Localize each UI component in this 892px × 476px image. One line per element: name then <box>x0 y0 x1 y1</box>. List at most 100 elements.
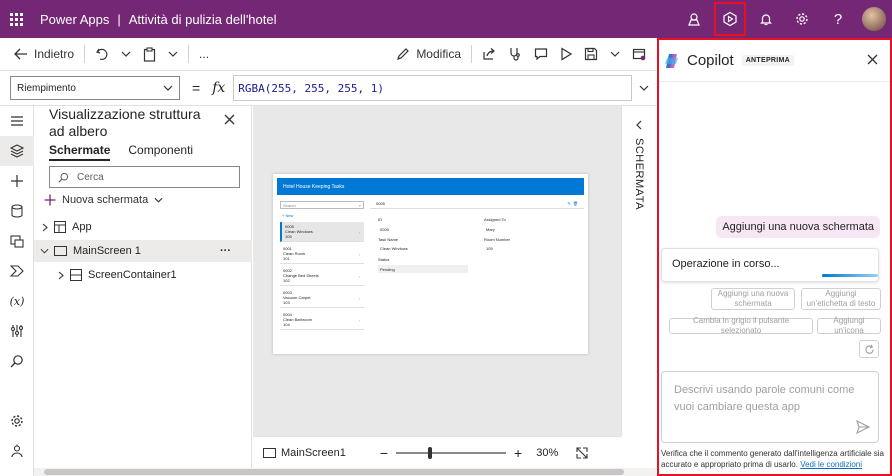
app-name[interactable]: Power Apps <box>40 12 109 27</box>
task-detail[interactable]: 0005 ✎ 🗑 ID 0005 Assigned To Mary Task N… <box>370 199 584 349</box>
fit-to-window-icon[interactable] <box>576 446 588 459</box>
tree-node-app[interactable]: App <box>34 216 252 238</box>
waffle-icon[interactable] <box>0 0 32 38</box>
design-canvas[interactable]: Hotel House Keeping Tasks Search ⌕ + New … <box>253 106 621 436</box>
data-icon[interactable] <box>0 196 34 226</box>
undo-button[interactable] <box>89 38 115 71</box>
field-value: 0005 <box>378 225 468 233</box>
copilot-icon[interactable] <box>712 0 748 38</box>
refresh-suggestions-button[interactable] <box>859 340 879 358</box>
current-screen-name[interactable]: MainScreen1 <box>281 447 346 459</box>
tree-view-icon[interactable] <box>0 136 34 166</box>
avatar[interactable] <box>862 7 886 31</box>
command-bar: Indietro ... Modifica <box>0 38 656 71</box>
more-button[interactable]: ... <box>193 38 215 71</box>
suggestion-button[interactable]: Aggiungi una nuova schermata <box>711 288 795 310</box>
new-screen-button[interactable]: Nuova schermata <box>44 194 163 206</box>
menu-icon[interactable] <box>0 106 34 136</box>
screen-properties-collapsed[interactable]: SCHERMATA <box>621 106 656 436</box>
suggestion-button[interactable]: Cambia in grigio il pulsante selezionato <box>669 316 813 335</box>
formula-expand[interactable] <box>632 85 656 91</box>
zoom-in-button[interactable]: + <box>514 445 522 461</box>
node-more-button[interactable]: ··· <box>220 245 231 257</box>
panel-title: Visualizzazione struttura ad albero <box>49 106 201 139</box>
search-input[interactable]: Cerca <box>49 166 240 188</box>
top-bar: Power Apps | Attività di pulizia dell'ho… <box>0 0 892 38</box>
horizontal-scrollbar[interactable] <box>34 468 656 476</box>
terms-link[interactable]: Vedi le condizioni <box>800 460 862 469</box>
save-dropdown[interactable] <box>604 38 626 71</box>
advanced-tools-icon[interactable] <box>0 316 34 346</box>
send-icon[interactable] <box>856 420 870 434</box>
chevron-left-icon[interactable] <box>636 120 642 130</box>
tree-view-panel: Visualizzazione struttura ad albero Sche… <box>34 106 252 476</box>
separator <box>84 45 86 63</box>
tree-node-label: MainScreen 1 <box>73 245 141 257</box>
virtual-agent-icon[interactable] <box>0 436 34 466</box>
search-placeholder: Cerca <box>77 171 104 183</box>
help-icon[interactable]: ? <box>820 0 856 38</box>
copilot-header: Copilot ANTEPRIMA <box>659 40 890 82</box>
settings-icon[interactable] <box>0 406 34 436</box>
zoom-bar: MainScreen1 − + 30% <box>253 436 621 468</box>
search-icon[interactable] <box>0 346 34 376</box>
user-message: Aggiungi una nuova schermata <box>716 216 880 238</box>
tree-node-mainscreen[interactable]: MainScreen 1 ··· <box>34 240 252 262</box>
field-value: Clean Windows <box>378 244 468 252</box>
chevron-down-icon <box>163 85 173 91</box>
tab-components[interactable]: Componenti <box>128 143 193 161</box>
suggestion-button[interactable]: Aggiungi un'icona <box>817 316 881 335</box>
publish-icon <box>632 48 646 61</box>
tree-node-screencontainer[interactable]: ScreenContainer1 <box>34 264 252 286</box>
scrollbar-thumb[interactable] <box>44 469 624 475</box>
paste-dropdown[interactable] <box>162 38 184 71</box>
close-icon[interactable] <box>224 114 235 128</box>
environment-icon[interactable] <box>676 0 712 38</box>
equals-sign: = <box>192 80 201 96</box>
more-label: ... <box>199 47 210 61</box>
app-preview[interactable]: Hotel House Keeping Tasks Search ⌕ + New … <box>273 174 588 354</box>
property-dropdown[interactable]: Riempimento <box>10 76 180 100</box>
tab-screens[interactable]: Schermate <box>49 143 111 161</box>
zoom-out-button[interactable]: − <box>380 445 388 461</box>
edit-button[interactable]: Modifica <box>390 38 467 71</box>
close-icon[interactable] <box>867 54 878 65</box>
insert-icon[interactable] <box>0 166 34 196</box>
screen-icon <box>54 246 67 256</box>
bell-icon[interactable] <box>748 0 784 38</box>
comments-button[interactable] <box>528 38 554 71</box>
media-icon[interactable] <box>0 226 34 256</box>
app-checker-button[interactable] <box>502 38 528 71</box>
zoom-slider-thumb[interactable] <box>427 446 432 459</box>
undo-dropdown[interactable] <box>115 38 137 71</box>
list-item: 0002 Change Bed Sheets 102 › <box>280 266 364 286</box>
back-button[interactable]: Indietro <box>0 38 80 71</box>
suggestion-button[interactable]: Aggiungi un'etichetta di testo <box>801 288 881 310</box>
task-gallery[interactable]: Search ⌕ + New 0005 Clean Windows 105 › 000… <box>277 199 367 349</box>
share-button[interactable] <box>476 38 502 71</box>
publish-button[interactable] <box>626 38 656 71</box>
zoom-slider[interactable] <box>396 446 507 459</box>
paste-button[interactable] <box>137 38 162 71</box>
power-automate-icon[interactable] <box>0 256 34 286</box>
save-button[interactable] <box>578 38 604 71</box>
edit-label: Modifica <box>416 47 461 61</box>
gear-icon[interactable] <box>784 0 820 38</box>
chevron-down-icon <box>121 51 131 57</box>
preview-button[interactable] <box>554 38 578 71</box>
field-value: Mary <box>484 225 574 233</box>
chevron-down-icon <box>154 197 163 203</box>
chevron-down-icon <box>40 248 49 254</box>
copilot-prompt-input[interactable]: Descrivi usando parole comuni come vuoi … <box>661 371 879 443</box>
stethoscope-icon <box>510 48 520 61</box>
formula-bar: Riempimento = fx RGBA(255, 255, 255, 1) <box>0 71 656 106</box>
variables-icon[interactable]: (x) <box>0 286 34 316</box>
copilot-panel: Copilot ANTEPRIMA Aggiungi una nuova sch… <box>657 38 892 476</box>
arrow-left-icon <box>14 48 27 60</box>
list-item: 0001 Clean Room 101 › <box>280 244 364 264</box>
separator <box>188 45 190 63</box>
tree-node-label: App <box>72 221 92 233</box>
formula-input[interactable]: RGBA(255, 255, 255, 1) <box>233 75 632 101</box>
copilot-title: Copilot <box>687 52 734 69</box>
new-screen-label: Nuova schermata <box>62 194 149 206</box>
